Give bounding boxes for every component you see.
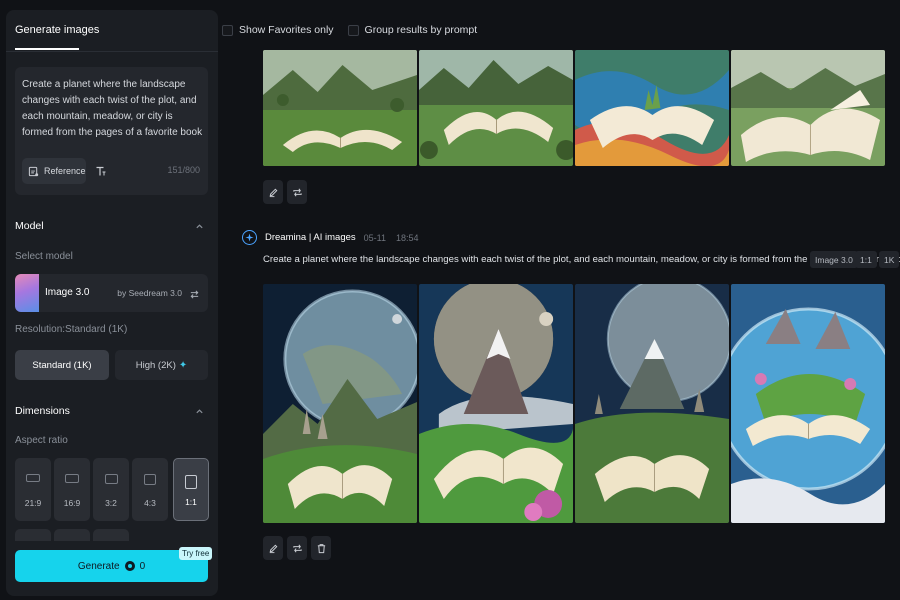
aspect-label: 4:3	[144, 498, 156, 508]
model-provider: by Seedream 3.0	[117, 288, 182, 298]
pencil-icon	[269, 544, 277, 553]
prompt-input[interactable]: Create a planet where the landscape chan…	[15, 67, 208, 195]
char-counter: 151/800	[167, 165, 200, 175]
aspect-shape	[185, 475, 197, 489]
prompt-text[interactable]: Create a planet where the landscape chan…	[22, 77, 204, 141]
tag-model: Image 3.0	[810, 251, 858, 268]
model-selector[interactable]: Image 3.0 by Seedream 3.0	[15, 274, 208, 312]
generate-label: Generate	[77, 560, 120, 572]
model-name: Image 3.0	[45, 287, 90, 298]
aspect-3-2[interactable]: 3:2	[93, 458, 129, 521]
generated-image[interactable]	[263, 284, 417, 523]
aspect-4-3[interactable]: 4:3	[132, 458, 168, 521]
select-model-label: Select model	[15, 251, 73, 262]
aspect-shape	[65, 474, 79, 483]
tag-ratio: 1:1	[855, 251, 877, 268]
generation-header: Dreamina | AI images 05-11 18:54	[242, 230, 419, 245]
regenerate-button[interactable]	[287, 180, 307, 204]
resolution-standard-label: Standard (1K)	[32, 359, 92, 371]
regenerate-button[interactable]	[287, 536, 307, 560]
tag-resolution: 1K	[879, 251, 900, 268]
generated-image[interactable]	[731, 50, 885, 166]
generation-time: 18:54	[396, 232, 419, 243]
aspect-ratio-label: Aspect ratio	[15, 435, 68, 446]
text-style-button[interactable]	[91, 158, 111, 184]
generated-image[interactable]	[575, 284, 729, 523]
resolution-standard-button[interactable]: Standard (1K)	[15, 350, 109, 380]
pencil-icon	[269, 188, 277, 197]
tab-label: Generate images	[15, 24, 100, 36]
checkbox-box[interactable]	[222, 24, 233, 36]
edit-button[interactable]	[263, 536, 283, 560]
generated-image[interactable]	[575, 50, 729, 166]
star-badge-icon	[242, 230, 257, 245]
aspect-label: 3:2	[105, 498, 117, 508]
trash-icon	[317, 543, 325, 553]
generated-image[interactable]	[263, 50, 417, 166]
generation-prompt: Create a planet where the landscape chan…	[263, 254, 900, 265]
resolution-high-label: High (2K)	[135, 359, 176, 371]
edit-button[interactable]	[263, 180, 283, 204]
aspect-label: 1:1	[185, 497, 197, 507]
model-thumbnail	[15, 274, 39, 312]
delete-button[interactable]	[311, 536, 331, 560]
aspect-label: 16:9	[63, 498, 81, 508]
aspect-label: 21:9	[24, 498, 42, 508]
generated-image[interactable]	[419, 50, 573, 166]
group-by-prompt-label: Group results by prompt	[364, 24, 478, 36]
aspect-1-1[interactable]: 1:1	[173, 458, 209, 521]
aspect-option-hidden[interactable]	[54, 529, 90, 541]
generation-author: Dreamina | AI images	[265, 232, 356, 243]
dimensions-section-title: Dimensions	[15, 405, 70, 417]
filter-bar: Show Favorites only Group results by pro…	[222, 18, 477, 42]
text-icon	[96, 166, 106, 176]
checkbox-box[interactable]	[347, 24, 359, 36]
reference-label: Reference	[44, 166, 86, 176]
repeat-icon	[292, 188, 302, 196]
aspect-shape	[26, 474, 40, 482]
credit-coin-icon	[124, 561, 135, 571]
resolution-high-button[interactable]: High (2K) ✦	[115, 350, 208, 380]
chevron-up-icon[interactable]	[195, 222, 204, 233]
try-free-badge: Try free	[179, 547, 213, 560]
group-by-prompt-checkbox[interactable]: Group results by prompt	[347, 24, 478, 36]
generated-image[interactable]	[419, 284, 573, 523]
aspect-21-9[interactable]: 21:9	[15, 458, 51, 521]
chevron-up-icon[interactable]	[195, 407, 204, 418]
aspect-option-hidden[interactable]	[93, 529, 129, 541]
sidebar: Generate images Create a planet where th…	[6, 10, 218, 596]
generated-image[interactable]	[731, 284, 885, 523]
repeat-icon	[292, 544, 302, 552]
tab-generate-images[interactable]: Generate images	[6, 10, 218, 52]
tab-active-indicator	[15, 48, 79, 50]
image-reference-icon	[28, 166, 39, 176]
aspect-16-9[interactable]: 16:9	[54, 458, 90, 521]
generate-cost: 0	[139, 560, 146, 572]
arrows-switch-icon	[189, 287, 200, 305]
reference-button[interactable]: Reference	[22, 158, 86, 184]
model-section-title: Model	[15, 220, 44, 232]
resolution-label: Resolution:Standard (1K)	[15, 324, 128, 335]
image-grid-previous	[263, 50, 885, 166]
sparkle-icon: ✦	[178, 359, 188, 371]
generation-date: 05-11	[363, 232, 387, 243]
image-grid-current	[263, 284, 885, 523]
favorites-only-label: Show Favorites only	[239, 24, 334, 36]
aspect-shape	[144, 474, 156, 485]
favorites-only-checkbox[interactable]: Show Favorites only	[222, 24, 334, 36]
aspect-option-hidden[interactable]	[15, 529, 51, 541]
aspect-shape	[104, 474, 118, 484]
